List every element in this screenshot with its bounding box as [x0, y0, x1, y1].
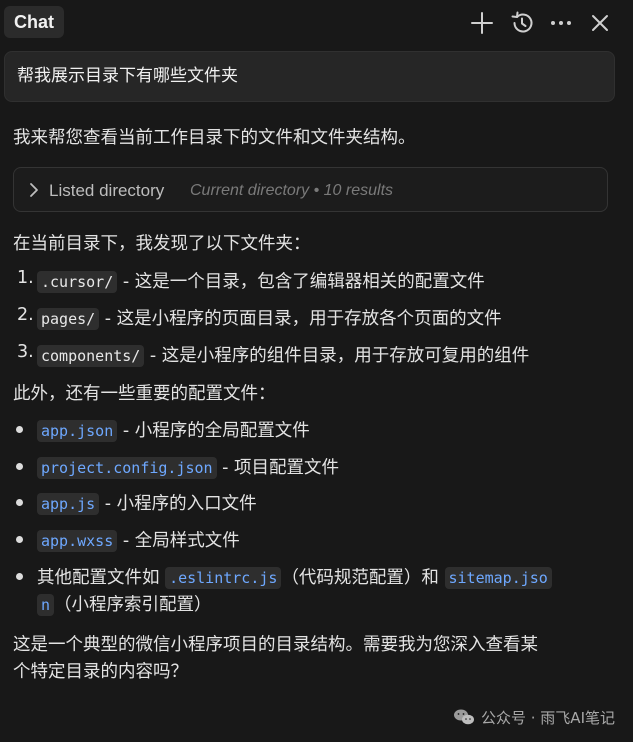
closing-line-2: 个特定目录的内容吗？: [13, 662, 188, 682]
list-item: pages/ - 这是小程序的页面目录，用于存放各个页面的文件: [37, 305, 502, 330]
list-item-desc: - 小程序的入口文件: [99, 494, 257, 514]
chevron-right-icon: [30, 183, 38, 197]
files-intro: 此外，还有一些重要的配置文件：: [13, 384, 276, 404]
inline-code-link[interactable]: n: [37, 594, 55, 616]
reply-intro: 我来帮您查看当前工作目录下的文件和文件夹结构。: [13, 128, 416, 148]
history-icon[interactable]: [509, 10, 535, 36]
inline-code: .cursor/: [37, 271, 118, 293]
list-number: 1.: [17, 268, 34, 288]
list-item-desc: - 小程序的全局配置文件: [117, 421, 310, 441]
chat-header: Chat: [0, 0, 633, 46]
inline-code-link[interactable]: project.config.json: [37, 457, 217, 479]
close-icon[interactable]: [587, 10, 613, 36]
list-item: app.json - 小程序的全局配置文件: [37, 417, 310, 442]
wechat-icon: [454, 709, 474, 725]
tool-call-label: Listed directory: [49, 181, 165, 200]
list-item-desc: - 全局样式文件: [117, 531, 240, 551]
plus-icon[interactable]: [469, 10, 495, 36]
inline-code: pages/: [37, 308, 100, 330]
list-item: app.js - 小程序的入口文件: [37, 490, 257, 515]
list-item-desc: （代码规范配置）和: [281, 568, 445, 588]
inline-code-link[interactable]: sitemap.jso: [444, 567, 552, 589]
inline-code-link[interactable]: .eslintrc.js: [165, 567, 282, 589]
list-item: .cursor/ - 这是一个目录，包含了编辑器相关的配置文件: [37, 268, 485, 293]
list-item-desc: - 项目配置文件: [216, 458, 340, 478]
list-item-desc: （小程序索引配置）: [54, 595, 212, 615]
bullet-dot: [16, 426, 23, 433]
bullet-dot: [16, 536, 23, 543]
list-item: app.wxss - 全局样式文件: [37, 527, 240, 552]
bullet-dot: [16, 573, 23, 580]
list-item-desc: - 这是一个目录，包含了编辑器相关的配置文件: [117, 272, 485, 292]
inline-code-link[interactable]: app.json: [37, 420, 118, 442]
tool-call-listed-directory[interactable]: Listed directory Current directory • 10 …: [13, 167, 608, 212]
list-number: 3.: [17, 342, 34, 362]
list-item: project.config.json - 项目配置文件: [37, 454, 339, 479]
list-item-other-configs-wrap: n （小程序索引配置）: [37, 591, 212, 616]
watermark: 公众号 · 雨飞AI笔记: [453, 707, 615, 728]
tool-call-meta: Current directory • 10 results: [190, 182, 394, 199]
more-icon[interactable]: [548, 10, 574, 36]
chat-tab[interactable]: Chat: [4, 6, 64, 38]
watermark-text: 公众号 · 雨飞AI笔记: [481, 709, 615, 727]
list-number: 2.: [17, 305, 34, 325]
user-message[interactable]: 帮我展示目录下有哪些文件夹: [4, 51, 615, 102]
list-item-other-configs: 其他配置文件如 .eslintrc.js （代码规范配置）和 sitemap.js…: [37, 564, 552, 589]
closing-line-1: 这是一个典型的微信小程序项目的目录结构。需要我为您深入查看某: [13, 635, 538, 655]
list-item: components/ - 这是小程序的组件目录，用于存放可复用的组件: [37, 342, 529, 367]
list-item-desc: - 这是小程序的页面目录，用于存放各个页面的文件: [99, 309, 502, 329]
list-item-desc: 其他配置文件如: [37, 568, 166, 588]
folders-intro: 在当前目录下，我发现了以下文件夹：: [13, 234, 311, 254]
inline-code: components/: [37, 345, 145, 367]
bullet-dot: [16, 499, 23, 506]
bullet-dot: [16, 463, 23, 470]
list-item-desc: - 这是小程序的组件目录，用于存放可复用的组件: [144, 346, 530, 366]
inline-code-link[interactable]: app.wxss: [37, 530, 118, 552]
inline-code-link[interactable]: app.js: [37, 493, 100, 515]
